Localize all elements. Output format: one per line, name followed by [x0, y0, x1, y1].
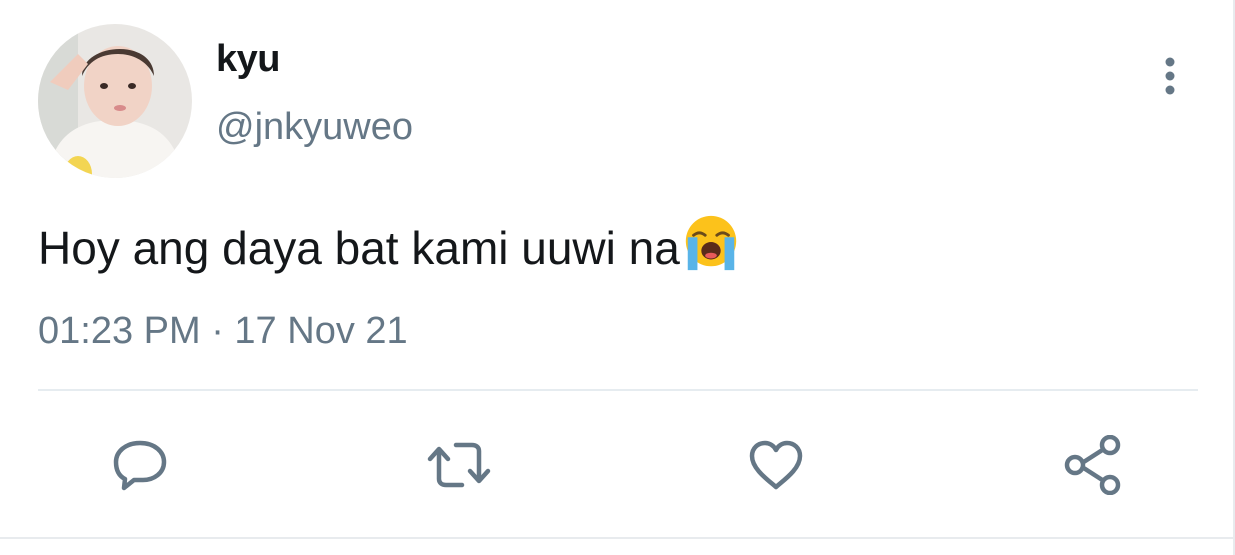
- like-button[interactable]: [741, 430, 811, 500]
- display-name[interactable]: kyu: [216, 38, 280, 81]
- divider: [38, 389, 1198, 391]
- reply-icon: [113, 440, 167, 491]
- more-vertical-icon: [1165, 57, 1175, 95]
- share-button[interactable]: [1058, 430, 1128, 500]
- retweet-button[interactable]: [424, 430, 494, 500]
- tweet-timestamp[interactable]: 01:23 PM · 17 Nov 21: [38, 310, 408, 353]
- tweet-card: kyu @jnkyuweo Hoy ang daya bat kami uuwi…: [0, 0, 1235, 555]
- reply-button[interactable]: [105, 430, 175, 500]
- avatar[interactable]: [38, 24, 192, 178]
- share-icon: [1064, 435, 1121, 495]
- avatar-photo: [38, 24, 192, 178]
- card-bottom-border: [0, 537, 1235, 539]
- heart-icon: [749, 440, 803, 490]
- more-options-button[interactable]: [1152, 52, 1188, 100]
- user-handle[interactable]: @jnkyuweo: [216, 106, 413, 149]
- retweet-icon: [427, 442, 491, 488]
- loudly-crying-face-icon: [685, 215, 737, 271]
- tweet-text-content: Hoy ang daya bat kami uuwi na: [38, 222, 680, 274]
- tweet-text: Hoy ang daya bat kami uuwi na: [38, 212, 742, 275]
